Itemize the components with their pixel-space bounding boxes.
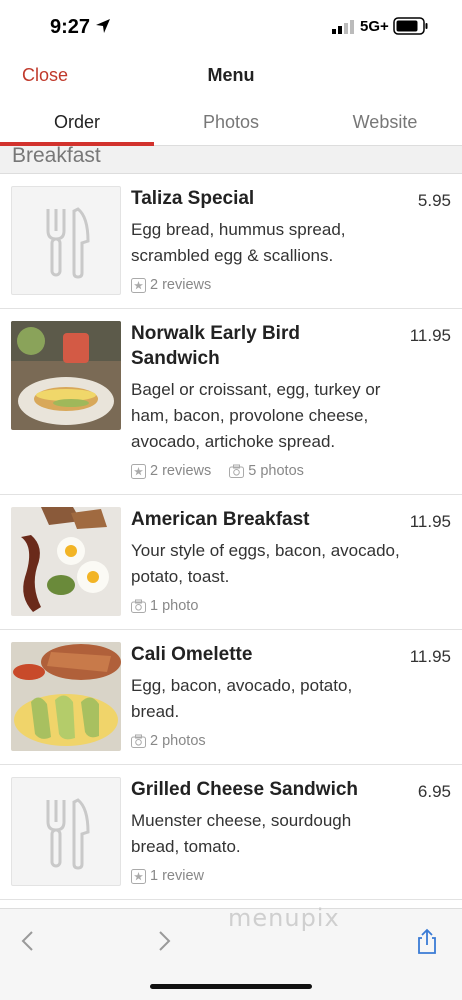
review-star-icon	[131, 277, 146, 293]
review-count[interactable]: 2 reviews	[150, 463, 211, 479]
home-indicator	[150, 984, 312, 989]
item-meta: 2 reviews 5 photos	[131, 463, 304, 479]
sandwich-photo[interactable]	[11, 321, 121, 430]
share-icon[interactable]	[413, 927, 441, 955]
review-count[interactable]: 2 reviews	[150, 277, 211, 293]
food-photo-image	[11, 642, 121, 751]
photo-count[interactable]: 1 photo	[150, 598, 198, 614]
tab-bar: Order Photos Website	[0, 98, 462, 146]
forward-chevron-icon[interactable]	[150, 927, 178, 955]
menu-item[interactable]: Taliza Special 5.95 Egg bread, hummus sp…	[0, 174, 462, 309]
camera-icon	[131, 734, 146, 748]
item-description: Egg, bacon, avocado, potato, bread.	[131, 676, 353, 721]
item-price: 6.95	[417, 782, 451, 801]
tab-website[interactable]: Website	[308, 112, 462, 133]
food-photo-image	[11, 321, 121, 430]
item-price: 11.95	[409, 647, 451, 666]
menu-item[interactable]: American Breakfast 11.95 Your style of e…	[0, 495, 462, 630]
item-price: 11.95	[409, 512, 451, 531]
placeholder-thumbnail	[11, 777, 121, 886]
review-count[interactable]: 1 review	[150, 868, 204, 884]
item-description: Muenster cheese, sourdough bread, tomato…	[131, 811, 352, 856]
menu-item[interactable]: Cali Omelette 11.95 Egg, bacon, avocado,…	[0, 630, 462, 765]
status-bar: 9:27 5G+	[0, 0, 462, 52]
review-star-icon	[131, 868, 146, 884]
placeholder-thumbnail	[11, 186, 121, 295]
battery-icon	[393, 17, 428, 35]
status-time: 9:27	[50, 16, 91, 38]
page-title: Menu	[207, 65, 255, 85]
photo-count[interactable]: 5 photos	[248, 463, 304, 479]
menu-item[interactable]: Norwalk Early Bird Sandwich 11.95 Bagel …	[0, 309, 462, 495]
photo-count[interactable]: 2 photos	[150, 733, 206, 749]
item-description: Egg bread, hummus spread, scrambled egg …	[131, 220, 346, 265]
item-meta: 2 reviews	[131, 277, 211, 293]
signal-icon	[332, 20, 354, 34]
item-name: Cali Omelette	[131, 644, 253, 665]
fork-knife-icon	[46, 798, 90, 870]
item-description: Your style of eggs, bacon, avocado, pota…	[131, 541, 400, 586]
review-star-icon	[131, 463, 146, 479]
close-button[interactable]: Close	[22, 65, 68, 86]
item-price: 5.95	[417, 191, 451, 210]
fork-knife-icon	[46, 207, 90, 279]
breakfast-photo[interactable]	[11, 507, 121, 616]
item-meta: 1 review	[131, 868, 204, 884]
item-name: Grilled Cheese Sandwich	[131, 779, 359, 800]
nav-header: Menu Close	[0, 52, 462, 98]
item-meta: 2 photos	[131, 733, 206, 749]
food-photo-image	[11, 507, 121, 616]
camera-icon	[131, 599, 146, 613]
item-name: American Breakfast	[131, 509, 310, 530]
omelette-photo[interactable]	[11, 642, 121, 751]
camera-icon	[229, 464, 245, 478]
item-description: Bagel or croissant, egg, turkey or ham, …	[131, 380, 381, 451]
item-name: Taliza Special	[131, 188, 255, 209]
section-header: Breakfast	[0, 146, 462, 174]
item-name: Norwalk Early Bird Sandwich	[131, 323, 300, 369]
back-chevron-icon[interactable]	[14, 927, 42, 955]
item-meta: 1 photo	[131, 598, 198, 614]
menu-item[interactable]: Grilled Cheese Sandwich 6.95 Muenster ch…	[0, 765, 462, 900]
menu-list: Taliza Special 5.95 Egg bread, hummus sp…	[0, 174, 462, 900]
tab-order[interactable]: Order	[0, 112, 154, 133]
item-price: 11.95	[409, 326, 451, 345]
section-title: Breakfast	[12, 146, 101, 167]
watermark: menupix	[228, 904, 340, 932]
tab-photos[interactable]: Photos	[154, 112, 308, 133]
network-label: 5G+	[360, 18, 389, 35]
location-arrow-icon	[96, 19, 110, 33]
